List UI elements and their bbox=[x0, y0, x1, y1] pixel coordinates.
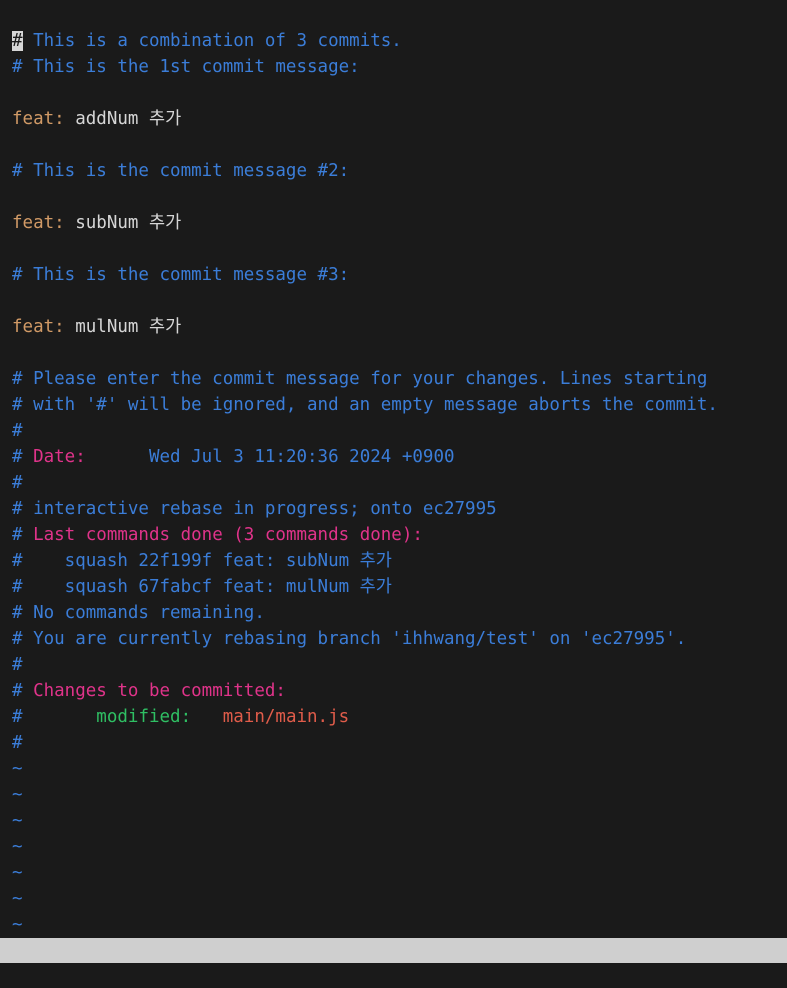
comment-text: # Please enter the commit message for yo… bbox=[12, 369, 708, 389]
blank-text bbox=[12, 291, 23, 311]
tilde-marker: ~ bbox=[12, 759, 23, 779]
empty-line-tilde[interactable]: ~ bbox=[0, 756, 787, 782]
buffer-blank-line[interactable] bbox=[0, 236, 787, 262]
comment-text: # This is the commit message #2: bbox=[12, 161, 350, 181]
commit-message-line[interactable]: feat: mulNum 추가 bbox=[0, 314, 787, 340]
empty-line-tilde[interactable]: ~ bbox=[0, 912, 787, 938]
buffer-blank-line[interactable] bbox=[0, 340, 787, 366]
status-header-line[interactable]: # Changes to be committed: bbox=[0, 678, 787, 704]
buffer-comment-line[interactable]: # interactive rebase in progress; onto e… bbox=[0, 496, 787, 522]
comment-text: # interactive rebase in progress; onto e… bbox=[12, 499, 497, 519]
buffer-line-cursor[interactable]: # This is a combination of 3 commits. bbox=[0, 28, 787, 54]
vim-statusline: .git/COMMIT_EDITMSG [unix] (11:48 03/07/… bbox=[0, 938, 787, 985]
buffer-comment-line[interactable]: # This is the 1st commit message: bbox=[0, 54, 787, 80]
comment-text: # No commands remaining. bbox=[12, 603, 265, 623]
commit-type-prefix: feat: bbox=[12, 213, 65, 233]
comment-text: # squash 67fabcf feat: mulNum 추가 bbox=[12, 577, 392, 597]
empty-line-tilde[interactable]: ~ bbox=[0, 834, 787, 860]
comment-hash: # bbox=[12, 525, 34, 545]
blank-text bbox=[12, 343, 23, 363]
tilde-marker: ~ bbox=[12, 837, 23, 857]
buffer-blank-line[interactable] bbox=[0, 80, 787, 106]
buffer-blank-line[interactable] bbox=[0, 184, 787, 210]
buffer-blank-line[interactable] bbox=[0, 132, 787, 158]
buffer-comment-line[interactable]: # This is the commit message #3: bbox=[0, 262, 787, 288]
commit-type-prefix: feat: bbox=[12, 109, 65, 129]
buffer-comment-line[interactable]: # with '#' will be ignored, and an empty… bbox=[0, 392, 787, 418]
blank-text bbox=[12, 187, 23, 207]
comment-text: # This is the commit message #3: bbox=[12, 265, 350, 285]
buffer-comment-line[interactable]: # bbox=[0, 470, 787, 496]
comment-text: # You are currently rebasing branch 'ihh… bbox=[12, 629, 687, 649]
empty-line-tilde[interactable]: ~ bbox=[0, 886, 787, 912]
tilde-marker: ~ bbox=[12, 785, 23, 805]
commit-date-line[interactable]: # Date: Wed Jul 3 11:20:36 2024 +0900 bbox=[0, 444, 787, 470]
buffer-comment-line[interactable]: # squash 67fabcf feat: mulNum 추가 bbox=[0, 574, 787, 600]
file-status-spacer bbox=[191, 707, 223, 727]
buffer-comment-line[interactable]: # bbox=[0, 730, 787, 756]
date-value: Wed Jul 3 11:20:36 2024 +0900 bbox=[85, 447, 455, 467]
buffer-comment-line[interactable]: # squash 22f199f feat: subNum 추가 bbox=[0, 548, 787, 574]
editor-buffer[interactable]: # This is a combination of 3 commits. # T… bbox=[0, 28, 787, 938]
tilde-marker: ~ bbox=[12, 863, 23, 883]
commit-message-line[interactable]: feat: subNum 추가 bbox=[0, 210, 787, 236]
tilde-marker: ~ bbox=[12, 889, 23, 909]
empty-line-tilde[interactable]: ~ bbox=[0, 860, 787, 886]
buffer-blank-line[interactable] bbox=[0, 288, 787, 314]
comment-text: # bbox=[12, 733, 23, 753]
commit-subject: subNum 추가 bbox=[64, 213, 182, 233]
vim-command-line: "/d/dev/GitStudy/.git/COMMIT_EDITMSG" [유… bbox=[0, 963, 787, 988]
comment-text: # squash 22f199f feat: subNum 추가 bbox=[12, 551, 392, 571]
staged-file-line[interactable]: # modified: main/main.js bbox=[0, 704, 787, 730]
comment-hash: # bbox=[12, 447, 34, 467]
blank-text bbox=[12, 83, 23, 103]
status-header-line[interactable]: # Last commands done (3 commands done): bbox=[0, 522, 787, 548]
empty-line-tilde[interactable]: ~ bbox=[0, 808, 787, 834]
commit-subject: mulNum 추가 bbox=[64, 317, 182, 337]
comment-hash: # bbox=[12, 681, 34, 701]
date-label: Date: bbox=[33, 447, 86, 467]
status-header-label: Last commands done (3 commands done): bbox=[33, 525, 423, 545]
comment-text: # bbox=[12, 473, 23, 493]
blank-text bbox=[12, 135, 23, 155]
buffer-comment-line[interactable]: # You are currently rebasing branch 'ihh… bbox=[0, 626, 787, 652]
text-cursor: # bbox=[12, 31, 23, 51]
comment-text: # bbox=[12, 655, 23, 675]
commit-message-line[interactable]: feat: addNum 추가 bbox=[0, 106, 787, 132]
commit-type-prefix: feat: bbox=[12, 317, 65, 337]
comment-text: # bbox=[12, 421, 23, 441]
status-header-label: Changes to be committed: bbox=[33, 681, 286, 701]
comment-text: This is a combination of 3 commits. bbox=[22, 31, 402, 51]
comment-hash: # bbox=[12, 707, 97, 727]
buffer-comment-line[interactable]: # No commands remaining. bbox=[0, 600, 787, 626]
empty-line-tilde[interactable]: ~ bbox=[0, 782, 787, 808]
buffer-comment-line[interactable]: # bbox=[0, 418, 787, 444]
buffer-comment-line[interactable]: # This is the commit message #2: bbox=[0, 158, 787, 184]
file-path: main/main.js bbox=[222, 707, 350, 727]
comment-text: # with '#' will be ignored, and an empty… bbox=[12, 395, 718, 415]
buffer-comment-line[interactable]: # Please enter the commit message for yo… bbox=[0, 366, 787, 392]
tilde-marker: ~ bbox=[12, 915, 23, 935]
commit-subject: addNum 추가 bbox=[64, 109, 182, 129]
file-status-label: modified: bbox=[96, 707, 192, 727]
buffer-comment-line[interactable]: # bbox=[0, 652, 787, 678]
comment-text: # This is the 1st commit message: bbox=[12, 57, 360, 77]
tilde-marker: ~ bbox=[12, 811, 23, 831]
blank-text bbox=[12, 239, 23, 259]
vim-terminal-window: # This is a combination of 3 commits. # T… bbox=[0, 0, 787, 988]
